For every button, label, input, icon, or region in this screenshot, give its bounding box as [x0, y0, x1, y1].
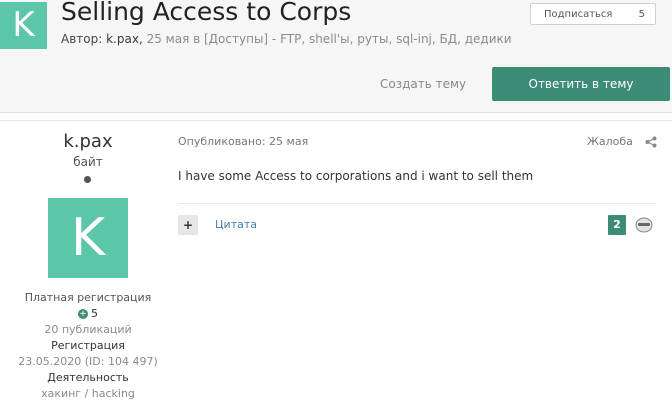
author-panel: k.pax байт K Платная регистрация +5 20 п… [0, 121, 176, 411]
author-reputation: +5 [0, 307, 176, 320]
thread-meta: Автор: k.pax, 25 мая в [Доступы] - FTP, … [61, 32, 512, 46]
online-status-dot [84, 176, 91, 183]
thread-tags: - FTP, shell'ы, руты, sql-inj, БД, дедик… [271, 32, 512, 46]
subscriber-count: 5 [638, 9, 645, 20]
author-posts-count: 20 публикаций [44, 323, 132, 336]
multiquote-plus-button[interactable]: + [178, 215, 198, 235]
post: k.pax байт K Платная регистрация +5 20 п… [0, 120, 672, 411]
author-name[interactable]: k.pax [0, 131, 176, 152]
post-published-date[interactable]: Опубликовано: 25 мая [178, 135, 308, 148]
post-divider [178, 203, 656, 204]
thread-date-forum[interactable]: 25 мая в [Доступы] [147, 32, 269, 46]
author-group: Платная регистрация [24, 291, 152, 304]
author-rank: байт [73, 155, 103, 169]
reaction-count-badge[interactable]: 2 [608, 215, 626, 235]
report-link[interactable]: Жалоба [587, 135, 633, 148]
activity-label: Деятельность [47, 371, 129, 384]
reputation-plus-icon: + [78, 309, 88, 319]
registration-date: 23.05.2020 (ID: 104 497) [18, 355, 158, 368]
thread-title: Selling Access to Corps [61, 0, 352, 26]
author-label: Автор: [61, 32, 103, 46]
thread-author-link[interactable]: k.pax, [106, 32, 143, 46]
reaction-emoji-icon[interactable] [634, 216, 654, 234]
create-topic-button[interactable]: Создать тему [380, 77, 466, 91]
subscribe-button[interactable]: Подписаться 5 [530, 3, 656, 25]
avatar[interactable]: K [48, 198, 128, 278]
registration-label: Регистрация [51, 339, 125, 352]
quote-link[interactable]: Цитата [215, 218, 257, 231]
subscribe-label: Подписаться [544, 9, 613, 20]
reputation-value: 5 [91, 307, 98, 320]
share-icon[interactable] [645, 136, 657, 148]
post-body: I have some Access to corporations and i… [178, 169, 534, 183]
thread-header: K Selling Access to Corps Автор: k.pax, … [0, 0, 672, 113]
thread-avatar[interactable]: K [0, 2, 47, 49]
reply-button[interactable]: Ответить в тему [492, 67, 670, 101]
activity-value: хакинг / hacking [41, 387, 135, 400]
